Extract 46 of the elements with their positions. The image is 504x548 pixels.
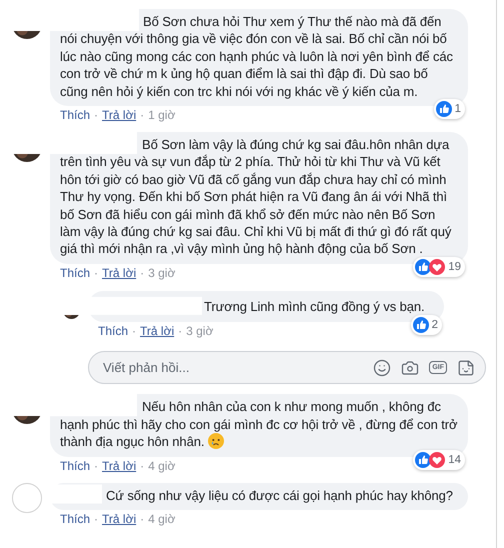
like-link[interactable]: Thích (98, 324, 128, 340)
camera-icon[interactable] (401, 358, 420, 377)
reply-link[interactable]: Trả lời (102, 458, 136, 474)
separator-dot: · (94, 512, 98, 527)
reaction-count: 14 (448, 454, 461, 466)
like-link[interactable]: Thích (60, 512, 90, 527)
like-link[interactable]: Thích (60, 266, 90, 281)
separator-dot: · (94, 458, 98, 474)
comment-time: 4 giờ (148, 512, 176, 527)
reaction-count: 1 (454, 103, 461, 116)
separator-dot: · (94, 266, 98, 281)
comment-text: Bố Sơn làm vậy là đúng chứ kg sai đâu.hôn nhân dựa trên tình yêu và sự vun đắp từ 2 phía. Thử hỏi từ khi Thư và Vũ kết hôn tới giờ có bao giờ Vũ đã cố gắng vun đắp chưa hay chỉ có mình Thư hy vọng. Đến khi bố Sơn phát hiện ra Vũ đang ân ái với Nhã thì bố Sơn đã hiểu con gái mình đã khổ sở đến mức nào nên Bố Sơn làm vậy là đúng chứ kg sai đâu. Chỉ khi Vũ bị mất đi thứ gì đó rất quý giá thì mới nhận ra ,vì vậy mình ủng hộ hành động của bố Sơn . (60, 136, 452, 258)
separator-dot: · (94, 108, 98, 124)
separator-dot: · (140, 512, 144, 527)
comment-time: 4 giờ (148, 458, 176, 474)
like-icon (415, 258, 432, 275)
separator-dot: · (140, 458, 144, 474)
reaction-badge[interactable]: 14 (413, 450, 465, 470)
reply-link[interactable]: Trả lời (140, 324, 174, 340)
reaction-count: 2 (432, 319, 438, 332)
like-icon (436, 101, 452, 118)
crying-face-icon (208, 433, 224, 450)
reply-link[interactable]: Trả lời (102, 108, 136, 124)
reaction-badge[interactable]: 19 (413, 256, 465, 277)
like-link[interactable]: Thích (60, 108, 90, 124)
comment-text: Nếu hôn nhân của con k như mong muốn , không đc hạnh phúc thì hãy cho con gái mình đc cơ hội trở về , đừng để con trở thành địa ngục hôn nhân. (60, 398, 458, 450)
separator-dot: · (140, 266, 144, 281)
reaction-badge[interactable]: 2 (410, 315, 442, 336)
comment-text: Bố Sơn chưa hỏi Thư xem ý Thư thế nào mà đã đến nói chuyện với thông gia về việc đón con về là sai. Bố chỉ cần nói bố lúc nào cũng mong các con hạnh phúc và luôn là nơi yên bình để các con trở về chứ m k ủng hộ quan điểm là sai thì đập đi. Dù sao bố cũng nên hỏi ý kiến con trc khi nói với ng khác về ý kiến của m. (60, 13, 454, 100)
reaction-badge[interactable]: 1 (434, 99, 465, 120)
reply-link[interactable]: Trả lời (102, 512, 136, 527)
like-link[interactable]: Thích (60, 458, 90, 474)
sticker-icon[interactable] (457, 358, 475, 377)
smiley-icon[interactable] (373, 358, 392, 377)
comment-text: Cứ sống như vậy liệu có được cái gọi hạnh phúc hay không? (105, 486, 454, 504)
separator-dot: · (178, 324, 182, 340)
separator-dot: · (140, 108, 144, 124)
reaction-count: 19 (448, 260, 461, 273)
comment-time: 3 giờ (186, 324, 214, 340)
reply-link[interactable]: Trả lời (102, 266, 136, 281)
comment-time: 3 giờ (148, 266, 176, 281)
comment-time: 1 giờ (148, 108, 176, 124)
like-icon (412, 317, 429, 334)
like-icon (415, 452, 432, 468)
separator-dot: · (132, 324, 136, 340)
comment-text: Trương Linh mình cũng đồng ý vs bạn. (203, 298, 426, 316)
